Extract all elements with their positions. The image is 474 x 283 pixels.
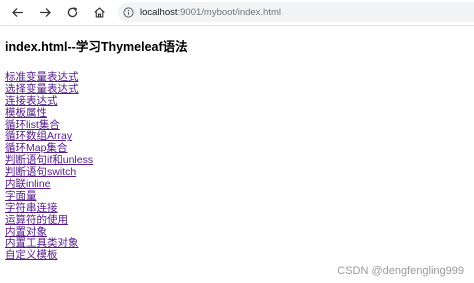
back-button[interactable] bbox=[7, 3, 27, 21]
forward-button[interactable] bbox=[35, 3, 55, 21]
address-bar[interactable]: localhost:9001/myboot/index.html bbox=[118, 2, 474, 22]
list-item: 循环Map集合 bbox=[5, 140, 465, 154]
info-icon[interactable] bbox=[122, 6, 134, 18]
list-item: 内置对象 bbox=[5, 224, 465, 238]
back-arrow-icon bbox=[11, 7, 23, 17]
reload-button[interactable] bbox=[62, 3, 82, 21]
list-item: 判断语句if和unless bbox=[5, 152, 465, 166]
list-item: 循环list集合 bbox=[5, 117, 465, 131]
list-item: 判断语句switch bbox=[5, 164, 465, 178]
list-item: 标准变量表达式 bbox=[5, 69, 465, 83]
page-title: index.html--学习Thymeleaf语法 bbox=[5, 40, 188, 54]
forward-arrow-icon bbox=[39, 7, 51, 17]
list-item: 字面量 bbox=[5, 188, 465, 202]
url-text[interactable]: localhost:9001/myboot/index.html bbox=[140, 7, 281, 18]
list-item: 模板属性 bbox=[5, 105, 465, 119]
page-content: index.html--学习Thymeleaf语法 标准变量表达式 选择变量表达… bbox=[5, 36, 465, 261]
reload-icon bbox=[67, 6, 77, 17]
url-path: :9001/myboot/index.html bbox=[177, 6, 282, 18]
list-item: 选择变量表达式 bbox=[5, 81, 465, 95]
list-item: 内置工具类对象 bbox=[5, 235, 465, 250]
list-item: 循环数组Array bbox=[5, 128, 465, 143]
watermark: CSDN @dengfengling999 bbox=[337, 265, 464, 277]
link-custom-template[interactable]: 自定义模板 bbox=[5, 249, 58, 261]
link-list: 标准变量表达式 选择变量表达式 连接表达式 模板属性 循环list集合 循环数组… bbox=[5, 69, 465, 261]
list-item: 字符串连接 bbox=[5, 200, 465, 214]
browser-toolbar: localhost:9001/myboot/index.html bbox=[0, 0, 474, 26]
list-item: 运算符的使用 bbox=[5, 212, 465, 226]
home-button[interactable] bbox=[89, 3, 109, 21]
home-icon bbox=[93, 6, 105, 18]
url-host: localhost bbox=[140, 6, 178, 18]
